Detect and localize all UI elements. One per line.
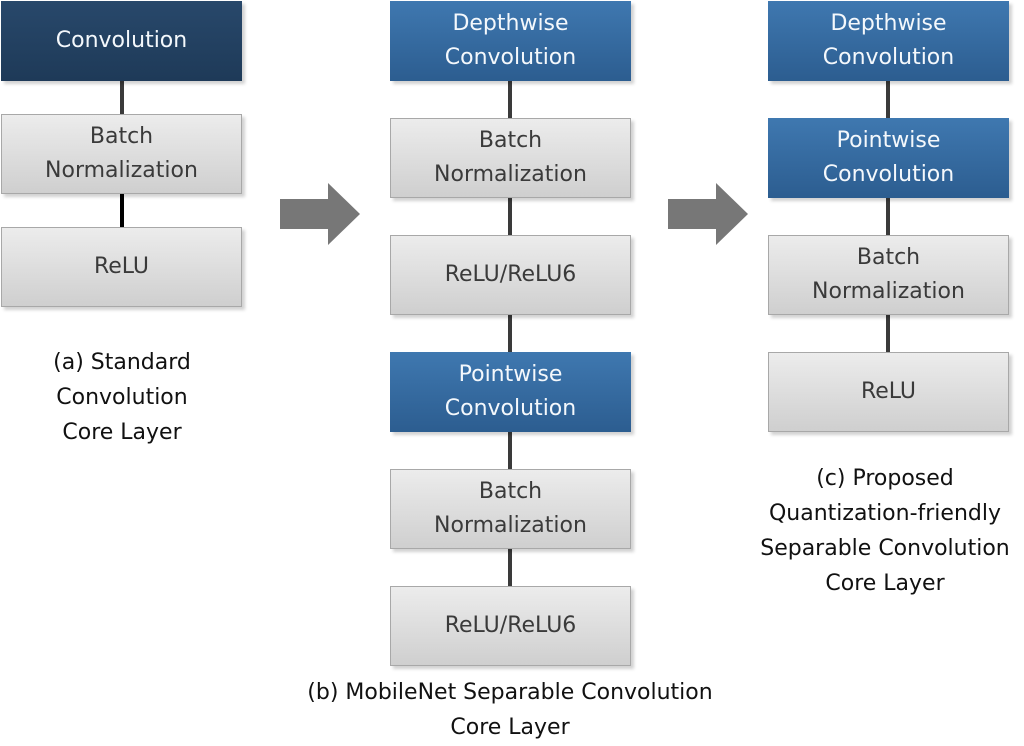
connector bbox=[886, 314, 890, 354]
connector bbox=[508, 431, 512, 471]
diagram-canvas: Convolution Batch Normalization ReLU (a)… bbox=[0, 0, 1024, 746]
caption-line: Core Layer bbox=[825, 571, 945, 596]
caption-line: Quantization-friendly bbox=[768, 501, 1001, 526]
block-relu: ReLU bbox=[768, 352, 1009, 432]
block-relu-relu6: ReLU/ReLU6 bbox=[390, 235, 631, 315]
block-relu: ReLU bbox=[1, 227, 242, 307]
caption-line: (b) MobileNet Separable Convolution bbox=[307, 680, 713, 705]
connector bbox=[120, 80, 124, 116]
block-batch-normalization: Batch Normalization bbox=[390, 118, 631, 198]
block-depthwise-convolution: Depthwise Convolution bbox=[768, 1, 1009, 81]
caption-line: Separable Convolution bbox=[760, 536, 1010, 561]
caption-line: Convolution bbox=[56, 385, 188, 410]
caption-line: (a) Standard bbox=[53, 350, 191, 375]
block-relu-relu6: ReLU/ReLU6 bbox=[390, 586, 631, 666]
block-batch-normalization: Batch Normalization bbox=[768, 235, 1009, 315]
caption-line: Core Layer bbox=[450, 715, 570, 740]
caption-line: Core Layer bbox=[62, 420, 182, 445]
block-pointwise-convolution: Pointwise Convolution bbox=[390, 352, 631, 432]
right-arrow-icon bbox=[668, 183, 748, 245]
connector bbox=[508, 314, 512, 354]
caption-c: (c) Proposed Quantization-friendly Separ… bbox=[740, 461, 1024, 601]
connector bbox=[508, 197, 512, 237]
connector bbox=[120, 193, 124, 229]
right-arrow-icon bbox=[280, 183, 360, 245]
block-depthwise-convolution: Depthwise Convolution bbox=[390, 1, 631, 81]
caption-b: (b) MobileNet Separable Convolution Core… bbox=[260, 675, 760, 745]
connector bbox=[886, 197, 890, 237]
connector bbox=[508, 548, 512, 588]
caption-line: (c) Proposed bbox=[816, 466, 954, 491]
block-convolution: Convolution bbox=[1, 1, 242, 81]
connector bbox=[508, 80, 512, 120]
connector bbox=[886, 80, 890, 120]
block-batch-normalization: Batch Normalization bbox=[1, 114, 242, 194]
block-batch-normalization: Batch Normalization bbox=[390, 469, 631, 549]
caption-a: (a) Standard Convolution Core Layer bbox=[0, 345, 244, 450]
block-pointwise-convolution: Pointwise Convolution bbox=[768, 118, 1009, 198]
